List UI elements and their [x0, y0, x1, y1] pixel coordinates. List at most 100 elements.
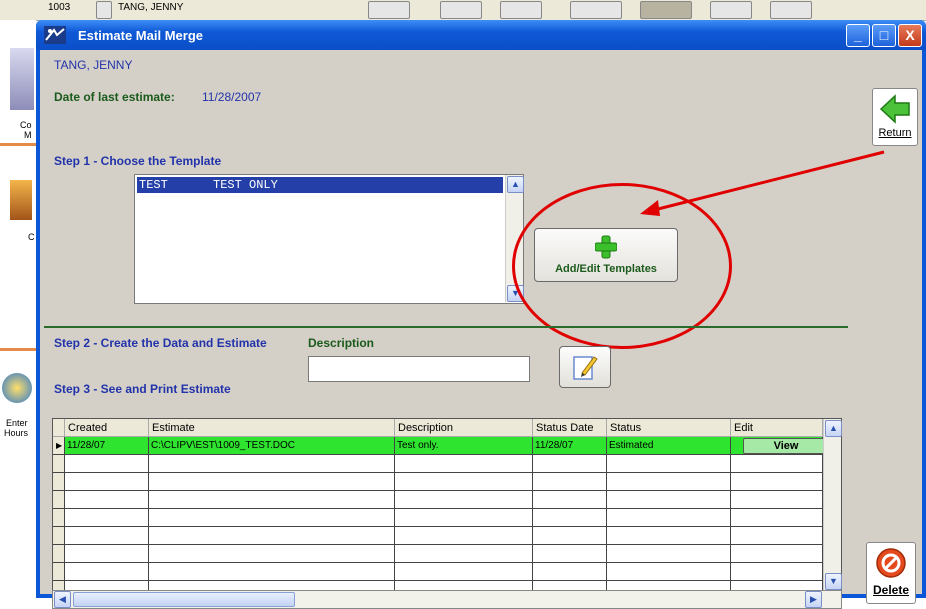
table-cell[interactable] [65, 455, 149, 473]
background-toolbar-button[interactable] [770, 1, 812, 19]
table-cell[interactable] [533, 545, 607, 563]
row-selector[interactable] [53, 509, 65, 527]
table-cell[interactable] [731, 563, 823, 581]
template-list[interactable]: TEST TEST ONLY ▲ ▼ [134, 174, 524, 304]
table-cell[interactable] [731, 473, 823, 491]
cell-status-date[interactable]: 11/28/07 [533, 437, 607, 455]
view-button[interactable]: View [743, 438, 829, 454]
table-cell[interactable] [395, 527, 533, 545]
background-toolbar-button[interactable] [368, 1, 410, 19]
background-sidebar: Co M C Enter Hours [0, 20, 36, 605]
table-cell[interactable] [65, 473, 149, 491]
template-name: TEST [139, 178, 168, 192]
grid-vertical-scrollbar[interactable]: ▲ ▼ [823, 419, 842, 590]
table-cell[interactable] [607, 563, 731, 581]
row-selector-icon[interactable]: ▶ [53, 437, 65, 455]
estimate-mail-merge-window: Estimate Mail Merge _ □ X TANG, JENNY Da… [36, 20, 926, 609]
description-input[interactable] [308, 356, 530, 382]
table-cell[interactable] [607, 509, 731, 527]
create-estimate-button[interactable] [559, 346, 611, 388]
cell-created[interactable]: 11/28/07 [65, 437, 149, 455]
minimize-button[interactable]: _ [846, 24, 870, 47]
table-cell[interactable] [395, 473, 533, 491]
table-cell[interactable] [533, 473, 607, 491]
row-selector[interactable] [53, 473, 65, 491]
background-toolbar-button[interactable] [440, 1, 482, 19]
table-cell[interactable] [395, 563, 533, 581]
scroll-down-icon[interactable]: ▼ [825, 573, 842, 590]
estimates-grid[interactable]: Created Estimate Description Status Date… [52, 418, 842, 599]
maximize-button[interactable]: □ [872, 24, 896, 47]
table-cell[interactable] [533, 491, 607, 509]
table-cell[interactable] [607, 545, 731, 563]
table-cell[interactable] [65, 491, 149, 509]
table-cell[interactable] [533, 455, 607, 473]
title-bar[interactable]: Estimate Mail Merge _ □ X [36, 20, 926, 50]
table-cell[interactable] [149, 455, 395, 473]
table-cell[interactable] [65, 563, 149, 581]
column-header-description[interactable]: Description [395, 419, 533, 437]
column-header-estimate[interactable]: Estimate [149, 419, 395, 437]
table-cell[interactable] [731, 491, 823, 509]
table-cell[interactable] [731, 527, 823, 545]
return-button[interactable]: Return [872, 88, 918, 146]
template-list-item[interactable]: TEST TEST ONLY [137, 177, 503, 193]
column-header-created[interactable]: Created [65, 419, 149, 437]
background-toolbar-button[interactable] [500, 1, 542, 19]
cell-description[interactable]: Test only. [395, 437, 533, 455]
table-cell[interactable] [731, 455, 823, 473]
table-cell[interactable] [607, 491, 731, 509]
scroll-up-icon[interactable]: ▲ [825, 420, 842, 437]
table-cell[interactable] [533, 527, 607, 545]
row-selector[interactable] [53, 527, 65, 545]
table-cell[interactable] [395, 455, 533, 473]
background-toolbar-button[interactable] [570, 1, 622, 19]
table-cell[interactable] [149, 563, 395, 581]
column-header-status[interactable]: Status [607, 419, 731, 437]
background-toolbar-button[interactable] [710, 1, 752, 19]
table-cell[interactable] [149, 491, 395, 509]
close-button[interactable]: X [898, 24, 922, 47]
scroll-up-icon[interactable]: ▲ [507, 176, 524, 193]
table-cell[interactable] [395, 491, 533, 509]
delete-button[interactable]: Delete [866, 542, 916, 604]
table-cell[interactable] [65, 527, 149, 545]
grid-horizontal-scrollbar[interactable]: ◀ ▶ [52, 590, 842, 609]
clock-icon[interactable] [2, 373, 32, 403]
row-selector[interactable] [53, 563, 65, 581]
row-selector[interactable] [53, 455, 65, 473]
section-divider [44, 326, 848, 328]
folder-icon[interactable] [10, 180, 32, 220]
row-selector[interactable] [53, 545, 65, 563]
cell-status[interactable]: Estimated [607, 437, 731, 455]
table-cell[interactable] [65, 509, 149, 527]
table-cell[interactable] [533, 509, 607, 527]
table-cell[interactable] [395, 509, 533, 527]
column-header-edit[interactable]: Edit [731, 419, 823, 437]
table-cell[interactable] [149, 509, 395, 527]
background-toolbar-button[interactable] [640, 1, 692, 19]
table-cell[interactable] [731, 545, 823, 563]
table-cell[interactable] [149, 545, 395, 563]
table-cell[interactable] [149, 473, 395, 491]
table-cell[interactable] [731, 509, 823, 527]
table-cell[interactable] [607, 473, 731, 491]
sidebar-label: M [24, 130, 32, 140]
row-selector[interactable] [53, 491, 65, 509]
table-cell[interactable] [607, 527, 731, 545]
sidebar-divider [0, 143, 36, 146]
table-cell[interactable] [395, 545, 533, 563]
table-cell[interactable] [607, 455, 731, 473]
table-cell[interactable] [65, 545, 149, 563]
background-dropdown-button[interactable] [96, 1, 112, 19]
green-back-arrow-icon [879, 94, 910, 124]
scroll-left-icon[interactable]: ◀ [54, 591, 71, 608]
column-header-status-date[interactable]: Status Date [533, 419, 607, 437]
table-cell[interactable] [149, 527, 395, 545]
cell-estimate[interactable]: C:\CLIPV\EST\1009_TEST.DOC [149, 437, 395, 455]
table-cell[interactable] [533, 563, 607, 581]
description-label: Description [308, 336, 375, 350]
scroll-right-icon[interactable]: ▶ [805, 591, 822, 608]
document-icon[interactable] [10, 48, 34, 110]
grid-corner [53, 419, 65, 437]
